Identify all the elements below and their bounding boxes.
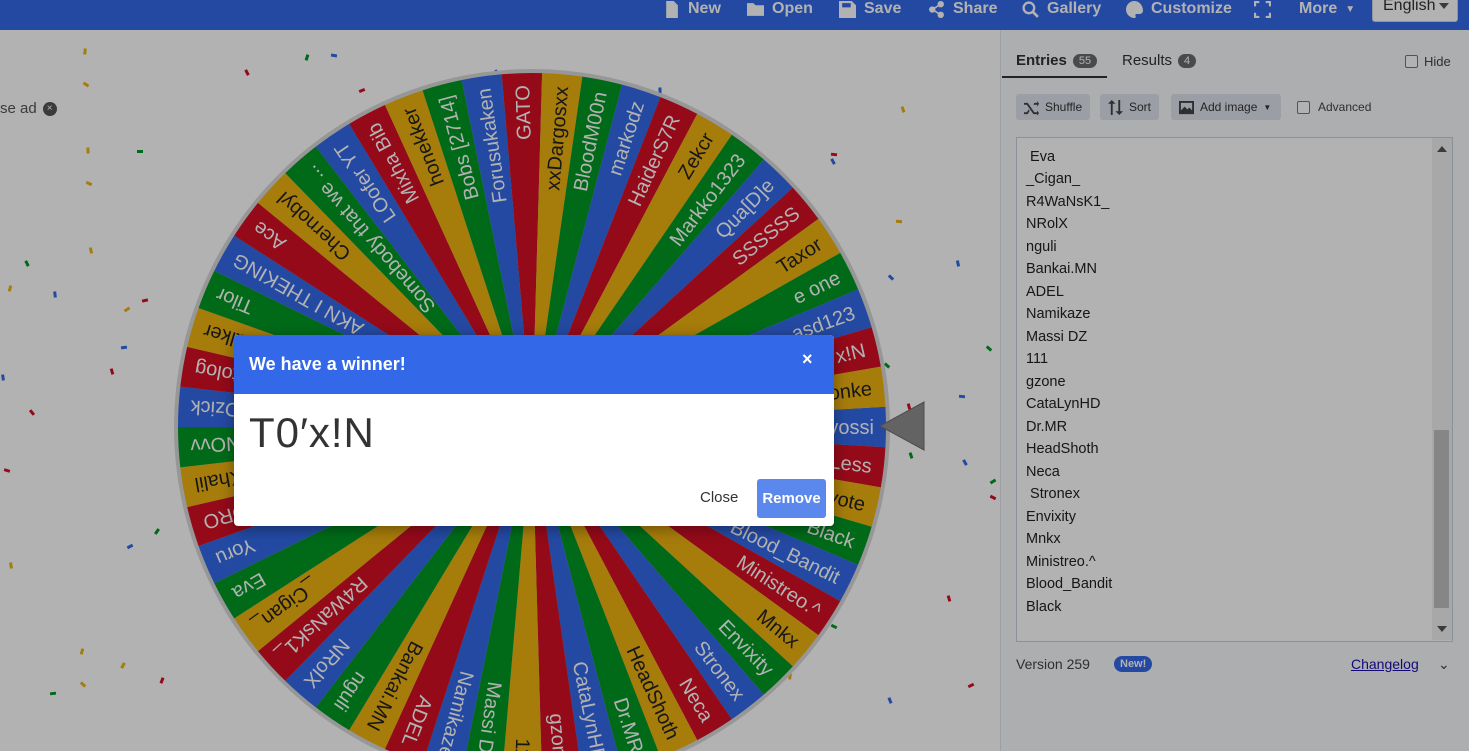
close-icon[interactable]: × bbox=[802, 349, 813, 370]
app-root: New Open Save Share Gallery Customize Mo… bbox=[0, 0, 1469, 751]
dialog-title: We have a winner! bbox=[234, 335, 834, 394]
remove-button[interactable]: Remove bbox=[757, 479, 826, 518]
winner-dialog: We have a winner! × T0′x!N Close Remove bbox=[234, 335, 834, 526]
close-button[interactable]: Close bbox=[690, 481, 748, 519]
winner-name: T0′x!N bbox=[249, 409, 375, 456]
